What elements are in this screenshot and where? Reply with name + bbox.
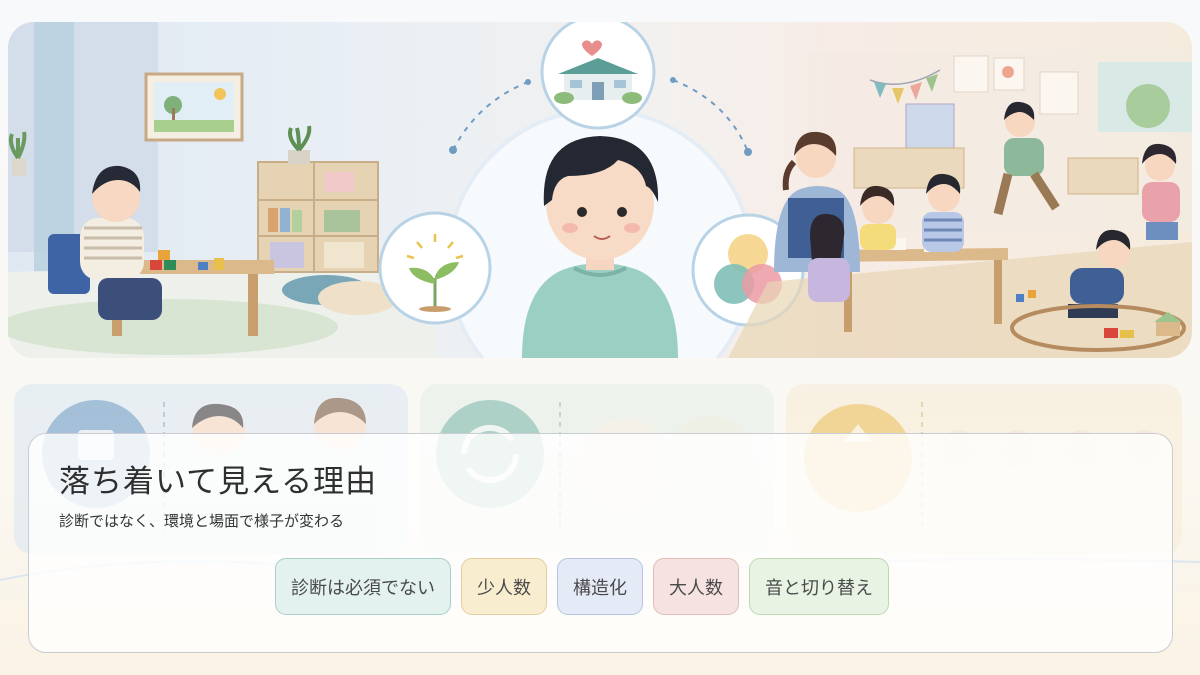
shelf-left bbox=[257, 125, 379, 273]
panel-title: 落ち着いて見える理由 bbox=[59, 464, 378, 500]
house-heart-icon bbox=[540, 22, 656, 130]
tag-structured[interactable]: 構造化 bbox=[557, 558, 643, 615]
panel-subtitle: 診断ではなく、環境と場面で様子が変わる bbox=[59, 512, 345, 530]
tag-small-group[interactable]: 少人数 bbox=[461, 558, 547, 615]
sprout-icon bbox=[378, 211, 492, 325]
hero-illustration bbox=[8, 22, 1192, 358]
summary-panel: 落ち着いて見える理由 診断ではなく、環境と場面で様子が変わる 診断は必須でない … bbox=[28, 433, 1173, 653]
tag-large-group[interactable]: 大人数 bbox=[653, 558, 739, 615]
tag-list: 診断は必須でない 少人数 構造化 大人数 音と切り替え bbox=[275, 558, 889, 615]
wall-picture bbox=[144, 72, 244, 142]
tag-diagnosis-not-required[interactable]: 診断は必須でない bbox=[275, 558, 451, 615]
tag-sound-and-transitions[interactable]: 音と切り替え bbox=[749, 558, 889, 615]
